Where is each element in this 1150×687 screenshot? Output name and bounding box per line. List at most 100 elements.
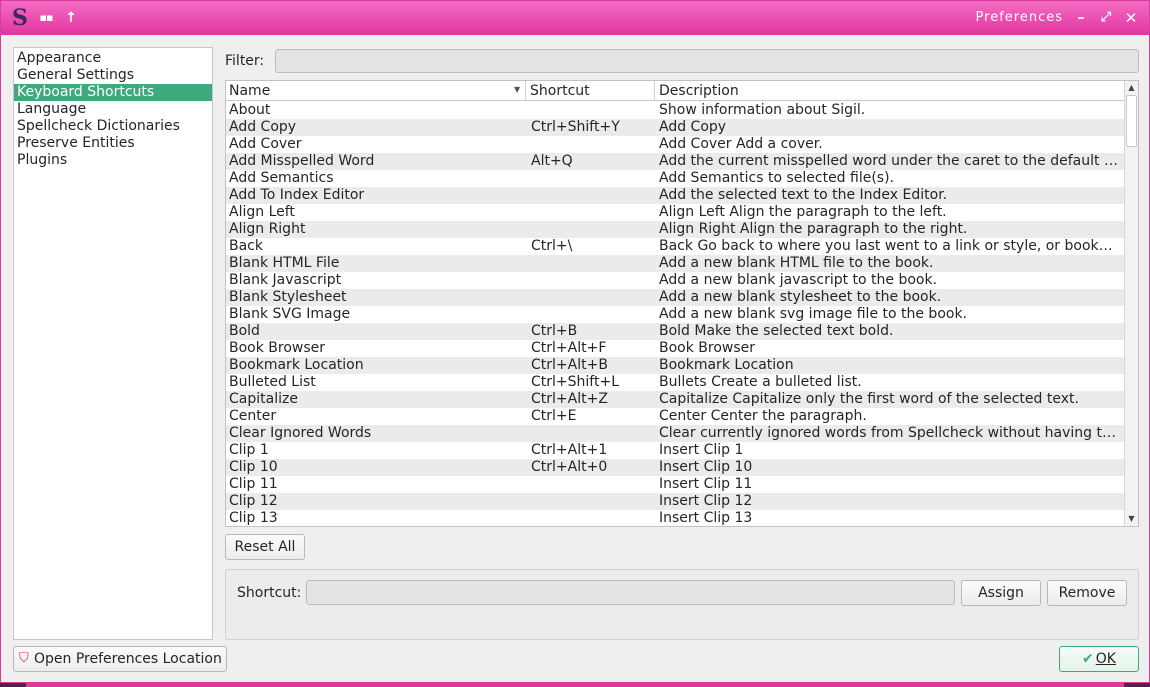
row-description-cell: Add a new blank svg image file to the bo… <box>659 306 968 322</box>
table-row[interactable]: Blank HTML File Add a new blank HTML file… <box>226 255 1124 272</box>
table-body: About Show information about Sigil. Add Co… <box>226 102 1124 526</box>
row-description-cell: Bold Make the selected text bold. <box>659 323 894 339</box>
title-bar[interactable]: S ▪▪ ↑ Preferences – ⤢ ✕ <box>1 1 1149 35</box>
table-row[interactable]: Back Ctrl+\ Back Go back to where you last… <box>226 238 1124 255</box>
table-row[interactable]: Clip 13 Insert Clip 13 <box>226 510 1124 526</box>
row-description-cell: Add a new blank javascript to the book. <box>659 272 938 288</box>
table-row[interactable]: Bulleted List Ctrl+Shift+L Bullets Create … <box>226 374 1124 391</box>
preferences-sidebar: Appearance General Settings Keyboard Short… <box>13 47 213 640</box>
row-shortcut-cell: Ctrl+Alt+F <box>531 340 607 356</box>
column-header-name[interactable]: Name <box>226 81 526 101</box>
table-row[interactable]: Capitalize Ctrl+Alt+Z Capitalize Capitaliz… <box>226 391 1124 408</box>
row-description-cell: Add Cover Add a cover. <box>659 136 823 152</box>
table-row[interactable]: Clear Ignored Words Clear currently ignor… <box>226 425 1124 442</box>
row-name-cell: Clip 12 <box>229 493 278 509</box>
table-row[interactable]: Add Misspelled Word Alt+Q Add the current … <box>226 153 1124 170</box>
minimize-icon[interactable]: – <box>1071 8 1091 28</box>
row-name-cell: Back <box>229 238 263 254</box>
filter-label: Filter: <box>225 53 265 69</box>
reset-all-button[interactable]: Reset All <box>225 534 305 560</box>
arrow-up-icon[interactable]: ↑ <box>64 1 78 35</box>
row-name-cell: Add Misspelled Word <box>229 153 375 169</box>
table-row[interactable]: Bookmark Location Ctrl+Alt+B Bookmark Loca… <box>226 357 1124 374</box>
table-row[interactable]: Center Ctrl+E Center Center the paragraph. <box>226 408 1124 425</box>
maximize-icon[interactable]: ⤢ <box>1096 8 1116 28</box>
row-name-cell: Add To Index Editor <box>229 187 365 203</box>
sidebar-item-appearance[interactable]: Appearance <box>14 50 212 67</box>
sidebar-item-keyboard-shortcuts[interactable]: Keyboard Shortcuts <box>14 84 212 101</box>
row-name-cell: Blank HTML File <box>229 255 340 271</box>
row-description-cell: Insert Clip 10 <box>659 459 753 475</box>
row-description-cell: Back Go back to where you last went to a… <box>659 238 1121 254</box>
table-row[interactable]: Add Semantics Add Semantics to selected f… <box>226 170 1124 187</box>
row-shortcut-cell: Ctrl+E <box>531 408 577 424</box>
sigil-logo-icon[interactable]: S <box>11 1 29 35</box>
sidebar-item-preserve-entities[interactable]: Preserve Entities <box>14 135 212 152</box>
table-row[interactable]: Clip 1 Ctrl+Alt+1 Insert Clip 1 <box>226 442 1124 459</box>
table-row[interactable]: Clip 11 Insert Clip 11 <box>226 476 1124 493</box>
vertical-scrollbar[interactable]: ▲ ▼ <box>1124 81 1138 526</box>
table-row[interactable]: Book Browser Ctrl+Alt+F Book Browser <box>226 340 1124 357</box>
row-description-cell: Insert Clip 11 <box>659 476 753 492</box>
row-shortcut-cell: Ctrl+Alt+B <box>531 357 608 373</box>
row-shortcut-cell: Ctrl+Shift+Y <box>531 119 620 135</box>
window-bottom-edge <box>26 683 1124 687</box>
row-name-cell: Add Semantics <box>229 170 334 186</box>
table-row[interactable]: Add Copy Ctrl+Shift+Y Add Copy <box>226 119 1124 136</box>
sidebar-item-language[interactable]: Language <box>14 101 212 118</box>
shortcut-input[interactable] <box>306 580 955 605</box>
sidebar-item-spellcheck-dictionaries[interactable]: Spellcheck Dictionaries <box>14 118 212 135</box>
row-description-cell: Bullets Create a bulleted list. <box>659 374 862 390</box>
row-name-cell: About <box>229 102 271 118</box>
table-row[interactable]: Align Right Align Right Align the paragra… <box>226 221 1124 238</box>
scrollbar-thumb[interactable] <box>1126 95 1137 147</box>
assign-button[interactable]: Assign <box>961 580 1041 606</box>
table-row[interactable]: About Show information about Sigil. <box>226 102 1124 119</box>
sidebar-item-general-settings[interactable]: General Settings <box>14 67 212 84</box>
filter-input[interactable] <box>275 49 1139 73</box>
row-name-cell: Blank Stylesheet <box>229 289 347 305</box>
row-description-cell: Add a new blank HTML file to the book. <box>659 255 934 271</box>
row-name-cell: Add Copy <box>229 119 297 135</box>
row-name-cell: Clip 11 <box>229 476 278 492</box>
row-description-cell: Align Right Align the paragraph to the r… <box>659 221 968 237</box>
row-shortcut-cell: Ctrl+Shift+L <box>531 374 619 390</box>
row-description-cell: Add the selected text to the Index Edito… <box>659 187 948 203</box>
row-shortcut-cell: Alt+Q <box>531 153 573 169</box>
remove-button[interactable]: Remove <box>1047 580 1127 606</box>
open-preferences-location-button[interactable]: ⛉ Open Preferences Location <box>13 646 227 672</box>
row-name-cell: Center <box>229 408 277 424</box>
table-row[interactable]: Clip 12 Insert Clip 12 <box>226 493 1124 510</box>
folder-shield-icon: ⛉ <box>19 651 29 666</box>
sidebar-item-plugins[interactable]: Plugins <box>14 152 212 169</box>
table-row[interactable]: Blank Javascript Add a new blank javascri… <box>226 272 1124 289</box>
table-row[interactable]: Align Left Align Left Align the paragraph… <box>226 204 1124 221</box>
table-row[interactable]: Add Cover Add Cover Add a cover. <box>226 136 1124 153</box>
close-icon[interactable]: ✕ <box>1121 8 1141 28</box>
table-row[interactable]: Blank Stylesheet Add a new blank styleshe… <box>226 289 1124 306</box>
shortcuts-table: Name ▼ Shortcut Description About Show in… <box>225 80 1139 527</box>
window-title: Preferences <box>975 10 1063 25</box>
ok-button[interactable]: ✔ OK <box>1059 646 1139 672</box>
row-name-cell: Align Right <box>229 221 306 237</box>
row-description-cell: Bookmark Location <box>659 357 794 373</box>
column-header-description[interactable]: Description <box>656 81 1124 101</box>
open-preferences-location-label: Open Preferences Location <box>34 651 222 667</box>
checkmark-icon: ✔ <box>1082 651 1094 667</box>
table-row[interactable]: Blank SVG Image Add a new blank svg image… <box>226 306 1124 323</box>
scroll-down-arrow-icon[interactable]: ▼ <box>1125 512 1138 526</box>
row-shortcut-cell: Ctrl+Alt+Z <box>531 391 608 407</box>
table-row[interactable]: Add To Index Editor Add the selected text… <box>226 187 1124 204</box>
table-row[interactable]: Bold Ctrl+B Bold Make the selected text bo… <box>226 323 1124 340</box>
row-name-cell: Align Left <box>229 204 295 220</box>
sort-descending-icon: ▼ <box>514 85 521 94</box>
table-row[interactable]: Clip 10 Ctrl+Alt+0 Insert Clip 10 <box>226 459 1124 476</box>
row-description-cell: Show information about Sigil. <box>659 102 866 118</box>
row-name-cell: Capitalize <box>229 391 298 407</box>
column-header-shortcut[interactable]: Shortcut <box>527 81 655 101</box>
row-description-cell: Align Left Align the paragraph to the le… <box>659 204 947 220</box>
row-description-cell: Insert Clip 12 <box>659 493 753 509</box>
row-name-cell: Bold <box>229 323 260 339</box>
scroll-up-arrow-icon[interactable]: ▲ <box>1125 81 1138 95</box>
grid-icon[interactable]: ▪▪ <box>39 1 54 35</box>
